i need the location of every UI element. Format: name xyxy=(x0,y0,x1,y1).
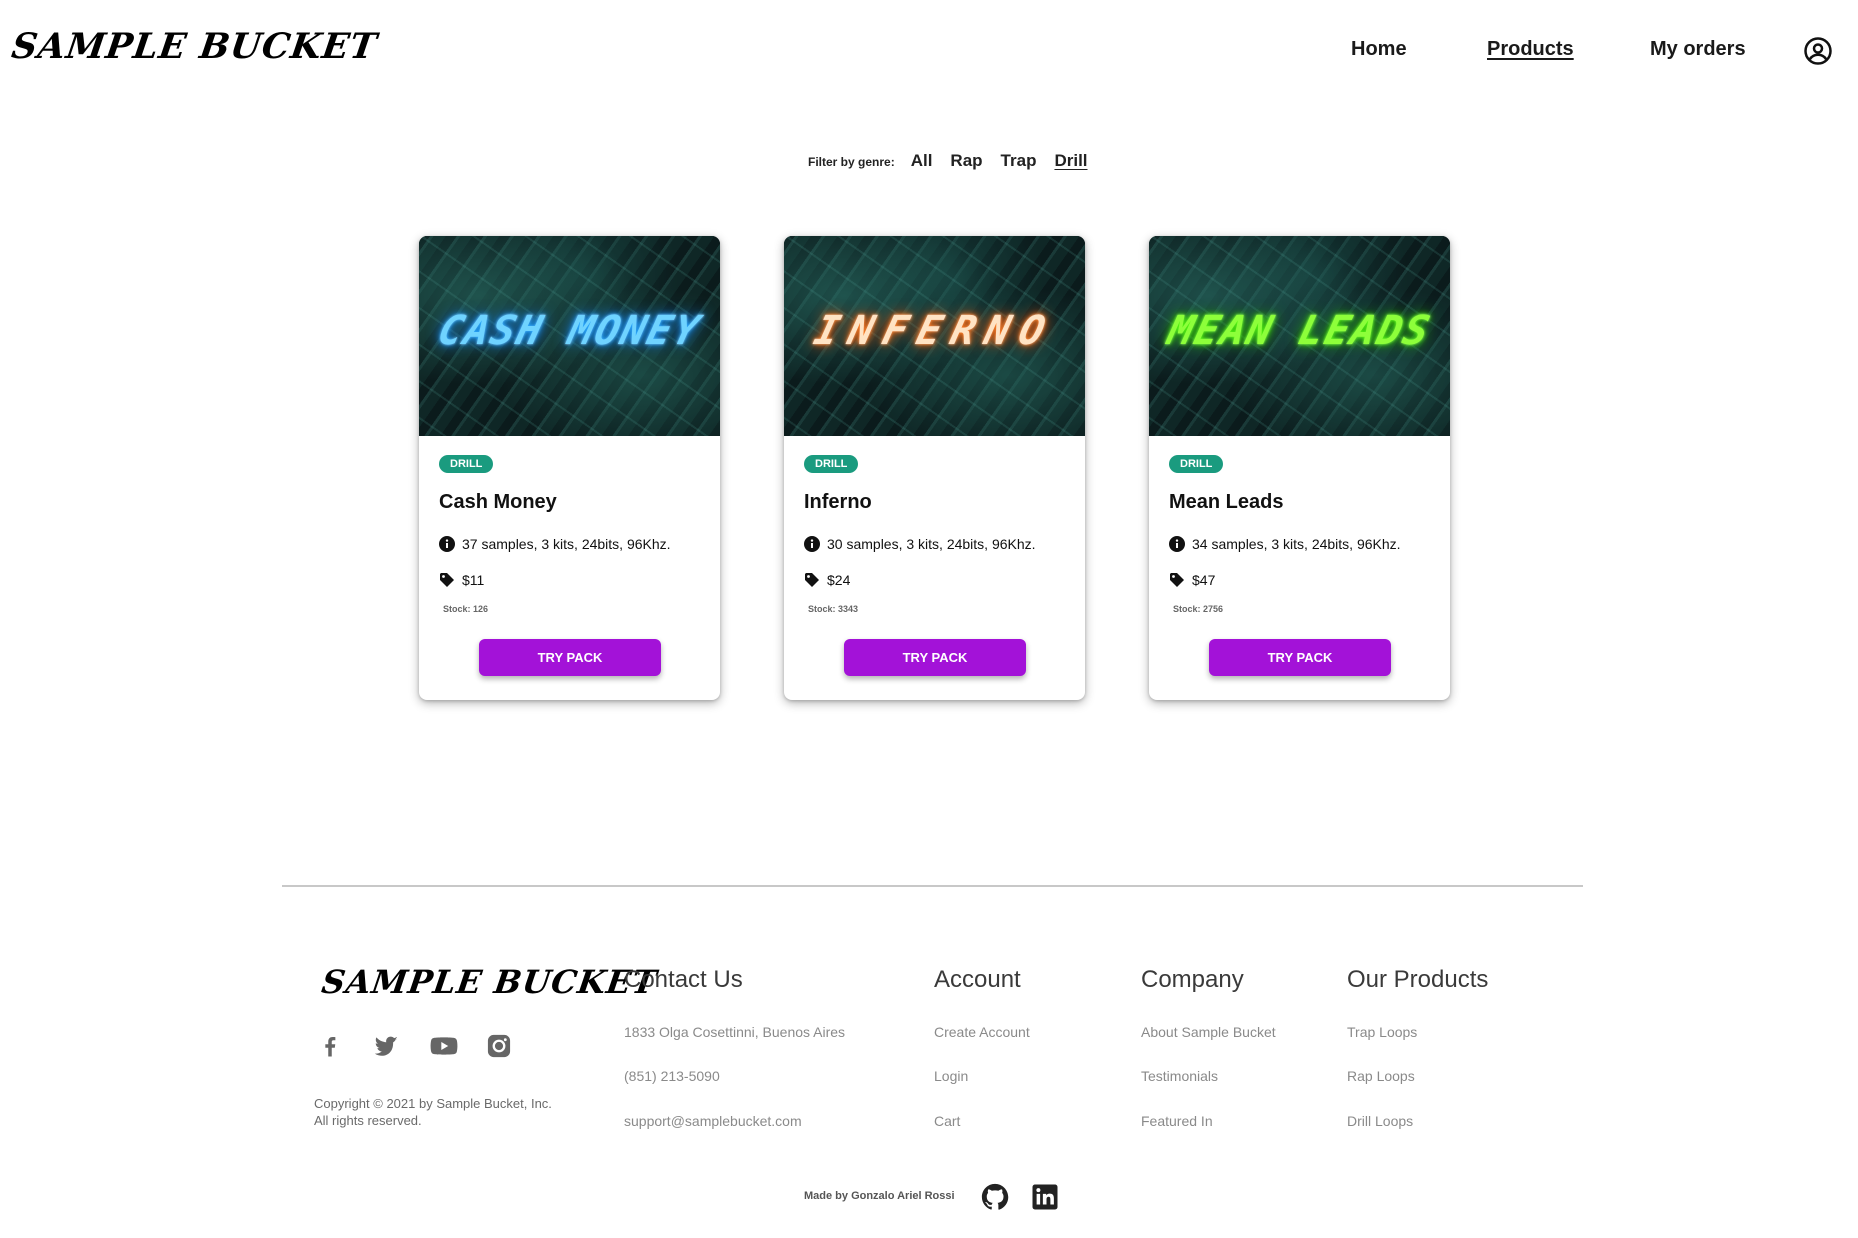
footer-about-link[interactable]: About Sample Bucket xyxy=(1141,1024,1276,1040)
product-card: MEAN LEADS DRILL Mean Leads 34 samples, … xyxy=(1149,236,1450,700)
try-pack-button[interactable]: TRY PACK xyxy=(479,639,661,676)
stock-text: Stock: 2756 xyxy=(1173,604,1224,614)
product-title: Mean Leads xyxy=(1169,491,1284,513)
genre-badge: DRILL xyxy=(1169,455,1224,473)
footer-logo[interactable]: SAMPLE BUCKET xyxy=(319,963,659,1001)
footer-trap-loops-link[interactable]: Trap Loops xyxy=(1347,1024,1417,1040)
try-pack-button[interactable]: TRY PACK xyxy=(1209,639,1391,676)
footer-login-link[interactable]: Login xyxy=(934,1068,968,1084)
product-cover-image: MEAN LEADS xyxy=(1149,236,1450,436)
facebook-icon[interactable] xyxy=(316,1032,344,1060)
product-price: $47 xyxy=(1169,572,1215,588)
stock-text: Stock: 126 xyxy=(443,604,489,614)
info-icon xyxy=(439,536,455,552)
site-logo[interactable]: SAMPLE BUCKET xyxy=(9,26,380,67)
price-text: $11 xyxy=(462,572,485,588)
details-text: 30 samples, 3 kits, 24bits, 96Khz. xyxy=(827,536,1036,552)
filter-label: Filter by genre: xyxy=(808,155,895,169)
our-products-heading: Our Products xyxy=(1347,966,1489,993)
account-heading: Account xyxy=(934,966,1021,993)
product-card: INFERNO DRILL Inferno 30 samples, 3 kits… xyxy=(784,236,1085,700)
user-circle-icon[interactable] xyxy=(1803,36,1833,66)
footer-rap-loops-link[interactable]: Rap Loops xyxy=(1347,1068,1415,1084)
filter-all[interactable]: All xyxy=(911,151,933,171)
youtube-icon[interactable] xyxy=(428,1032,460,1060)
footer-featured-link[interactable]: Featured In xyxy=(1141,1113,1213,1129)
footer-create-account-link[interactable]: Create Account xyxy=(934,1024,1030,1040)
cover-title: INFERNO xyxy=(809,308,1060,354)
footer-drill-loops-link[interactable]: Drill Loops xyxy=(1347,1113,1413,1129)
genre-badge: DRILL xyxy=(439,455,494,473)
info-icon xyxy=(804,536,820,552)
contact-address: 1833 Olga Cosettinni, Buenos Aires xyxy=(624,1024,846,1040)
filter-drill[interactable]: Drill xyxy=(1054,151,1087,171)
product-details: 34 samples, 3 kits, 24bits, 96Khz. xyxy=(1169,536,1401,552)
price-text: $47 xyxy=(1192,572,1216,588)
product-cover-image: INFERNO xyxy=(784,236,1085,436)
product-details: 30 samples, 3 kits, 24bits, 96Khz. xyxy=(804,536,1036,552)
info-icon xyxy=(1169,536,1185,552)
stock-text: Stock: 3343 xyxy=(808,604,859,614)
cover-title: MEAN LEADS xyxy=(1163,308,1436,354)
filter-trap[interactable]: Trap xyxy=(1001,151,1037,171)
nav-my-orders[interactable]: My orders xyxy=(1650,38,1746,61)
details-text: 37 samples, 3 kits, 24bits, 96Khz. xyxy=(462,536,671,552)
product-details: 37 samples, 3 kits, 24bits, 96Khz. xyxy=(439,536,671,552)
footer-cart-link[interactable]: Cart xyxy=(934,1113,960,1129)
product-title: Inferno xyxy=(804,491,872,513)
instagram-icon[interactable] xyxy=(485,1032,513,1060)
footer-testimonials-link[interactable]: Testimonials xyxy=(1141,1068,1218,1084)
made-by-text: Made by Gonzalo Ariel Rossi xyxy=(804,1190,955,1202)
nav-home[interactable]: Home xyxy=(1351,38,1407,61)
genre-badge: DRILL xyxy=(804,455,859,473)
price-tag-icon xyxy=(1170,573,1184,587)
product-price: $24 xyxy=(804,572,850,588)
product-price: $11 xyxy=(439,572,484,588)
cover-title: CASH MONEY xyxy=(433,308,706,354)
github-icon[interactable] xyxy=(980,1182,1010,1212)
contact-heading: Contact Us xyxy=(624,966,743,993)
product-cover-image: CASH MONEY xyxy=(419,236,720,436)
nav-products[interactable]: Products xyxy=(1487,38,1574,61)
copyright-text: Copyright © 2021 by Sample Bucket, Inc. … xyxy=(314,1096,552,1128)
footer-divider xyxy=(282,885,1583,887)
genre-filter: Filter by genre: All Rap Trap Drill xyxy=(808,151,1088,171)
product-card: CASH MONEY DRILL Cash Money 37 samples, … xyxy=(419,236,720,700)
contact-email[interactable]: support@samplebucket.com xyxy=(624,1113,802,1129)
contact-phone: (851) 213-5090 xyxy=(624,1068,720,1084)
twitter-icon[interactable] xyxy=(372,1032,400,1060)
price-tag-icon xyxy=(440,573,454,587)
price-tag-icon xyxy=(805,573,819,587)
try-pack-button[interactable]: TRY PACK xyxy=(844,639,1026,676)
product-title: Cash Money xyxy=(439,491,557,513)
filter-rap[interactable]: Rap xyxy=(950,151,982,171)
company-heading: Company xyxy=(1141,966,1244,993)
linkedin-icon[interactable] xyxy=(1030,1182,1060,1212)
price-text: $24 xyxy=(827,572,851,588)
details-text: 34 samples, 3 kits, 24bits, 96Khz. xyxy=(1192,536,1401,552)
